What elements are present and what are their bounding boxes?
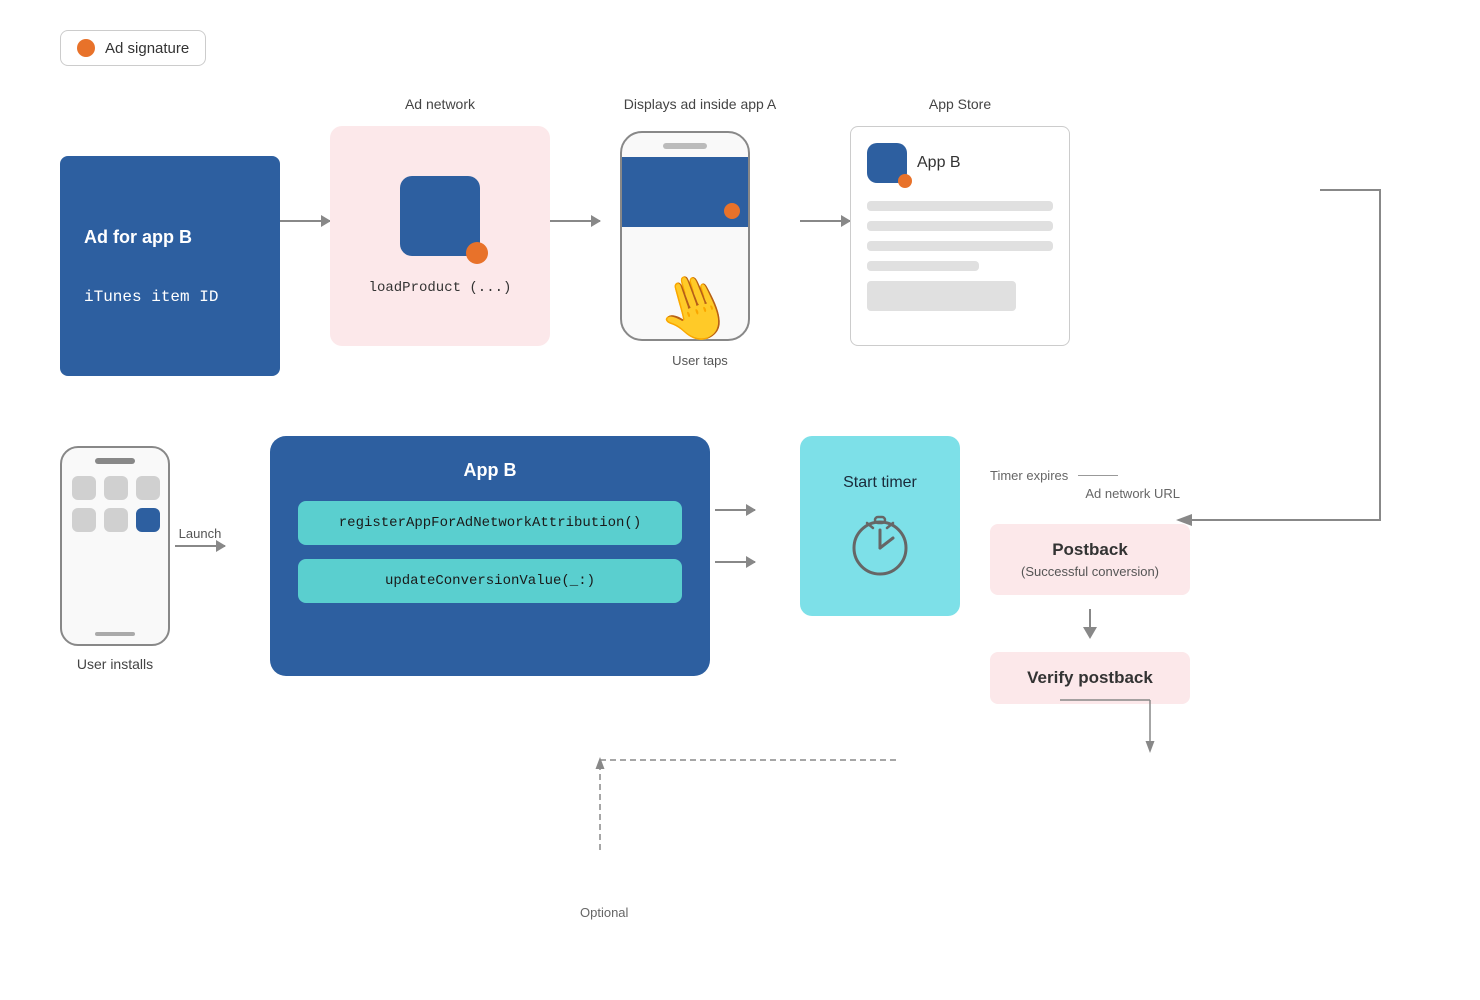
appstore-line1 xyxy=(867,201,1053,211)
appb-arrow-top xyxy=(715,509,755,511)
ad-box-title: Ad for app B xyxy=(84,227,256,248)
appb-timer-arrows xyxy=(715,436,755,636)
timer-box: Start timer xyxy=(800,436,960,616)
user-installs-label: User installs xyxy=(77,656,153,672)
optional-label: Optional xyxy=(580,905,628,920)
app-icon-blue xyxy=(136,508,160,532)
verify-title: Verify postback xyxy=(1014,668,1166,688)
arrow3 xyxy=(800,96,850,316)
launch-arrow xyxy=(175,545,225,547)
adnet-dot xyxy=(466,242,488,264)
app-icon-2 xyxy=(104,476,128,500)
verify-postback-box: Verify postback xyxy=(990,652,1190,704)
appb-arrow-bottom-head xyxy=(746,556,756,568)
phone-display-wrapper: Displays ad inside app A 🤚 User taps xyxy=(600,96,800,346)
adnet-code: loadProduct (...) xyxy=(369,280,512,296)
appstore-header: App B xyxy=(867,143,1053,183)
user-taps-label: User taps xyxy=(672,353,728,368)
launch-arrow-wrapper: Launch xyxy=(175,436,225,636)
postback-box: Postback (Successful conversion) xyxy=(990,524,1190,595)
appb-func1: registerAppForAdNetworkAttribution() xyxy=(298,501,682,545)
arrow2 xyxy=(550,96,600,316)
legend-label: Ad signature xyxy=(105,40,189,57)
appstore-box: App B xyxy=(850,126,1070,346)
bottom-row: User installs Launch App B registerAppFo… xyxy=(60,436,1420,776)
ad-box-subtitle: iTunes item ID xyxy=(84,288,256,306)
postback-area: Timer expires Ad network URL Postback (S… xyxy=(990,436,1190,716)
legend: Ad signature xyxy=(60,30,206,66)
adnet-label: Ad network xyxy=(405,96,475,116)
phone-install-wrapper: User installs xyxy=(60,446,170,672)
adnet-inner-icon xyxy=(400,176,480,256)
phone-ad-area xyxy=(622,157,748,227)
appstore-line3 xyxy=(867,241,1053,251)
ad-box-wrapper: Ad for app B iTunes item ID xyxy=(60,126,280,376)
arrow-line-2 xyxy=(550,220,600,222)
phone-install xyxy=(60,446,170,646)
adnet-box-wrapper: Ad network loadProduct (...) xyxy=(330,96,550,346)
timer-icon xyxy=(845,508,915,578)
appstore-app-name: App B xyxy=(917,154,961,172)
appstore-line2 xyxy=(867,221,1053,231)
timer-expires-label: Timer expires xyxy=(990,468,1068,483)
appstore-wrapper: App Store App B xyxy=(850,96,1070,346)
launch-label: Launch xyxy=(179,526,222,541)
postback-subtitle: (Successful conversion) xyxy=(1014,564,1166,579)
timer-expires-row: Timer expires xyxy=(990,468,1190,483)
postback-title: Postback xyxy=(1014,540,1166,560)
phone-notch-bottom xyxy=(95,458,135,464)
adnet-box: loadProduct (...) xyxy=(330,126,550,346)
launch-arrow-head xyxy=(216,540,226,552)
ad-box: Ad for app B iTunes item ID xyxy=(60,156,280,376)
appstore-line4 xyxy=(867,261,979,271)
display-label: Displays ad inside app A xyxy=(624,96,777,116)
app-icon-4 xyxy=(72,508,96,532)
app-icon-3 xyxy=(136,476,160,500)
arrow1 xyxy=(280,96,330,316)
phone-ad-dot xyxy=(724,203,740,219)
diagram-container: Ad signature Ad for app B iTunes item ID… xyxy=(0,0,1480,1000)
postback-down-arrow xyxy=(990,609,1190,639)
top-row: Ad for app B iTunes item ID Ad network l… xyxy=(60,96,1420,376)
home-bar xyxy=(95,632,135,636)
appstore-icon-dot xyxy=(898,174,912,188)
ad-network-url-label: Ad network URL xyxy=(990,486,1180,501)
appb-func2: updateConversionValue(_:) xyxy=(298,559,682,603)
app-icon-5 xyxy=(104,508,128,532)
phone-notch xyxy=(663,143,707,149)
appb-title: App B xyxy=(464,460,517,481)
arrow-line-1 xyxy=(280,220,330,222)
timer-expires-line xyxy=(1078,475,1118,476)
appb-arrow-bottom xyxy=(715,561,755,563)
app-icon-1 xyxy=(72,476,96,500)
phone-display-area: 🤚 User taps xyxy=(600,126,800,346)
appstore-label: App Store xyxy=(929,96,991,116)
down-arrow-svg xyxy=(1080,609,1100,639)
phone-screen xyxy=(62,476,168,532)
timer-label: Start timer xyxy=(843,474,917,492)
appstore-icon xyxy=(867,143,907,183)
appstore-line5 xyxy=(867,281,1016,311)
appb-arrow-top-head xyxy=(746,504,756,516)
arrow-line-3 xyxy=(800,220,850,222)
legend-dot xyxy=(77,39,95,57)
appb-container: App B registerAppForAdNetworkAttribution… xyxy=(270,436,710,676)
